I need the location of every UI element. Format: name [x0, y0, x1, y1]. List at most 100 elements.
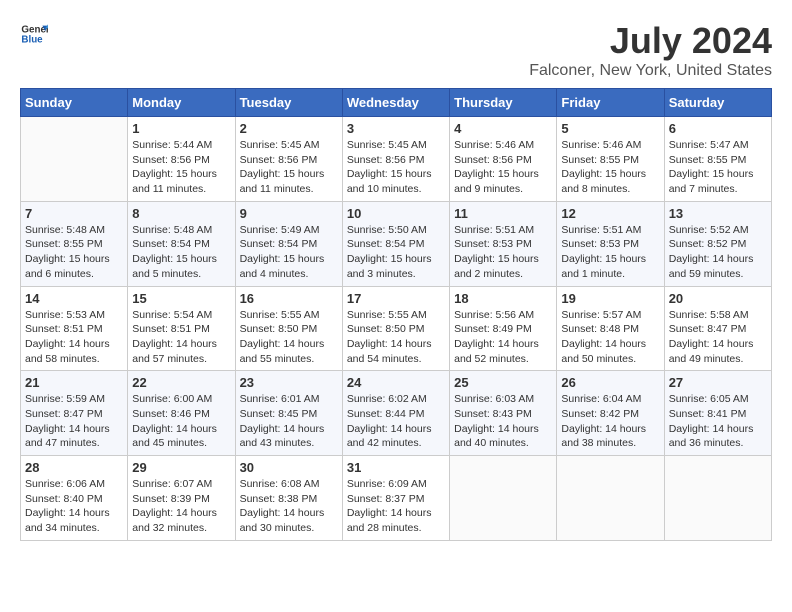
day-info: Sunrise: 5:58 AM Sunset: 8:47 PM Dayligh…: [669, 308, 767, 367]
calendar-cell: 1 Sunrise: 5:44 AM Sunset: 8:56 PM Daylig…: [128, 117, 235, 202]
day-info: Sunrise: 5:46 AM Sunset: 8:55 PM Dayligh…: [561, 138, 659, 197]
day-number: 31: [347, 460, 445, 475]
logo-icon: General Blue: [20, 20, 48, 48]
day-info: Sunrise: 6:01 AM Sunset: 8:45 PM Dayligh…: [240, 392, 338, 451]
calendar-cell: 13Sunrise: 5:52 AM Sunset: 8:52 PM Dayli…: [664, 201, 771, 286]
day-info: Sunrise: 6:00 AM Sunset: 8:46 PM Dayligh…: [132, 392, 230, 451]
calendar-week-row: 1 Sunrise: 5:44 AM Sunset: 8:56 PM Daylig…: [21, 117, 772, 202]
calendar-cell: 29 Sunrise: 6:07 AM Sunset: 8:39 PM Dayli…: [128, 456, 235, 541]
calendar-cell: 31 Sunrise: 6:09 AM Sunset: 8:37 PM Dayli…: [342, 456, 449, 541]
weekday-header-wednesday: Wednesday: [342, 89, 449, 117]
calendar-week-row: 21 Sunrise: 5:59 AM Sunset: 8:47 PM Dayli…: [21, 371, 772, 456]
day-info: Sunrise: 5:45 AM Sunset: 8:56 PM Dayligh…: [240, 138, 338, 197]
page-header: General Blue July 2024 Falconer, New Yor…: [20, 20, 772, 80]
calendar-cell: 21 Sunrise: 5:59 AM Sunset: 8:47 PM Dayli…: [21, 371, 128, 456]
day-number: 25: [454, 375, 552, 390]
calendar-cell: 24 Sunrise: 6:02 AM Sunset: 8:44 PM Dayli…: [342, 371, 449, 456]
day-info: Sunrise: 5:54 AM Sunset: 8:51 PM Dayligh…: [132, 308, 230, 367]
day-number: 22: [132, 375, 230, 390]
day-info: Sunrise: 5:44 AM Sunset: 8:56 PM Dayligh…: [132, 138, 230, 197]
calendar-cell: 9Sunrise: 5:49 AM Sunset: 8:54 PM Daylig…: [235, 201, 342, 286]
day-number: 1: [132, 121, 230, 136]
day-number: 16: [240, 291, 338, 306]
day-info: Sunrise: 5:57 AM Sunset: 8:48 PM Dayligh…: [561, 308, 659, 367]
day-info: Sunrise: 6:08 AM Sunset: 8:38 PM Dayligh…: [240, 477, 338, 536]
weekday-header-row: SundayMondayTuesdayWednesdayThursdayFrid…: [21, 89, 772, 117]
svg-text:Blue: Blue: [21, 34, 43, 45]
calendar-week-row: 14 Sunrise: 5:53 AM Sunset: 8:51 PM Dayli…: [21, 286, 772, 371]
calendar-table: SundayMondayTuesdayWednesdayThursdayFrid…: [20, 88, 772, 541]
day-info: Sunrise: 5:59 AM Sunset: 8:47 PM Dayligh…: [25, 392, 123, 451]
calendar-cell: 7 Sunrise: 5:48 AM Sunset: 8:55 PM Daylig…: [21, 201, 128, 286]
day-number: 24: [347, 375, 445, 390]
weekday-header-sunday: Sunday: [21, 89, 128, 117]
calendar-cell: 5Sunrise: 5:46 AM Sunset: 8:55 PM Daylig…: [557, 117, 664, 202]
day-number: 28: [25, 460, 123, 475]
day-number: 4: [454, 121, 552, 136]
weekday-header-monday: Monday: [128, 89, 235, 117]
day-info: Sunrise: 5:47 AM Sunset: 8:55 PM Dayligh…: [669, 138, 767, 197]
calendar-cell: 18Sunrise: 5:56 AM Sunset: 8:49 PM Dayli…: [450, 286, 557, 371]
day-info: Sunrise: 5:51 AM Sunset: 8:53 PM Dayligh…: [454, 223, 552, 282]
day-number: 21: [25, 375, 123, 390]
day-info: Sunrise: 6:07 AM Sunset: 8:39 PM Dayligh…: [132, 477, 230, 536]
weekday-header-friday: Friday: [557, 89, 664, 117]
day-info: Sunrise: 5:49 AM Sunset: 8:54 PM Dayligh…: [240, 223, 338, 282]
calendar-cell: 20 Sunrise: 5:58 AM Sunset: 8:47 PM Dayli…: [664, 286, 771, 371]
day-info: Sunrise: 5:46 AM Sunset: 8:56 PM Dayligh…: [454, 138, 552, 197]
calendar-cell: 16 Sunrise: 5:55 AM Sunset: 8:50 PM Dayli…: [235, 286, 342, 371]
calendar-cell: 22 Sunrise: 6:00 AM Sunset: 8:46 PM Dayli…: [128, 371, 235, 456]
day-info: Sunrise: 5:53 AM Sunset: 8:51 PM Dayligh…: [25, 308, 123, 367]
day-number: 26: [561, 375, 659, 390]
main-title: July 2024: [529, 20, 772, 62]
day-info: Sunrise: 5:48 AM Sunset: 8:55 PM Dayligh…: [25, 223, 123, 282]
calendar-cell: [21, 117, 128, 202]
subtitle: Falconer, New York, United States: [529, 62, 772, 80]
weekday-header-saturday: Saturday: [664, 89, 771, 117]
day-number: 14: [25, 291, 123, 306]
day-info: Sunrise: 6:05 AM Sunset: 8:41 PM Dayligh…: [669, 392, 767, 451]
calendar-cell: 2Sunrise: 5:45 AM Sunset: 8:56 PM Daylig…: [235, 117, 342, 202]
calendar-cell: 23 Sunrise: 6:01 AM Sunset: 8:45 PM Dayli…: [235, 371, 342, 456]
day-number: 20: [669, 291, 767, 306]
day-info: Sunrise: 5:52 AM Sunset: 8:52 PM Dayligh…: [669, 223, 767, 282]
weekday-header-tuesday: Tuesday: [235, 89, 342, 117]
day-number: 3: [347, 121, 445, 136]
day-info: Sunrise: 5:51 AM Sunset: 8:53 PM Dayligh…: [561, 223, 659, 282]
day-number: 10: [347, 206, 445, 221]
calendar-cell: [450, 456, 557, 541]
day-number: 27: [669, 375, 767, 390]
day-number: 11: [454, 206, 552, 221]
calendar-cell: 6 Sunrise: 5:47 AM Sunset: 8:55 PM Daylig…: [664, 117, 771, 202]
calendar-cell: [557, 456, 664, 541]
day-info: Sunrise: 6:03 AM Sunset: 8:43 PM Dayligh…: [454, 392, 552, 451]
calendar-cell: 26Sunrise: 6:04 AM Sunset: 8:42 PM Dayli…: [557, 371, 664, 456]
title-section: July 2024 Falconer, New York, United Sta…: [529, 20, 772, 80]
day-info: Sunrise: 5:55 AM Sunset: 8:50 PM Dayligh…: [347, 308, 445, 367]
calendar-cell: 8Sunrise: 5:48 AM Sunset: 8:54 PM Daylig…: [128, 201, 235, 286]
day-number: 8: [132, 206, 230, 221]
calendar-cell: 28Sunrise: 6:06 AM Sunset: 8:40 PM Dayli…: [21, 456, 128, 541]
calendar-cell: [664, 456, 771, 541]
day-number: 6: [669, 121, 767, 136]
day-info: Sunrise: 5:45 AM Sunset: 8:56 PM Dayligh…: [347, 138, 445, 197]
calendar-cell: 15 Sunrise: 5:54 AM Sunset: 8:51 PM Dayli…: [128, 286, 235, 371]
day-number: 23: [240, 375, 338, 390]
day-info: Sunrise: 5:55 AM Sunset: 8:50 PM Dayligh…: [240, 308, 338, 367]
day-number: 17: [347, 291, 445, 306]
day-number: 18: [454, 291, 552, 306]
day-info: Sunrise: 6:09 AM Sunset: 8:37 PM Dayligh…: [347, 477, 445, 536]
day-info: Sunrise: 5:50 AM Sunset: 8:54 PM Dayligh…: [347, 223, 445, 282]
calendar-cell: 3 Sunrise: 5:45 AM Sunset: 8:56 PM Daylig…: [342, 117, 449, 202]
weekday-header-thursday: Thursday: [450, 89, 557, 117]
calendar-cell: 4 Sunrise: 5:46 AM Sunset: 8:56 PM Daylig…: [450, 117, 557, 202]
day-number: 7: [25, 206, 123, 221]
day-number: 30: [240, 460, 338, 475]
day-number: 15: [132, 291, 230, 306]
calendar-week-row: 28Sunrise: 6:06 AM Sunset: 8:40 PM Dayli…: [21, 456, 772, 541]
day-number: 29: [132, 460, 230, 475]
day-info: Sunrise: 6:02 AM Sunset: 8:44 PM Dayligh…: [347, 392, 445, 451]
calendar-cell: 25 Sunrise: 6:03 AM Sunset: 8:43 PM Dayli…: [450, 371, 557, 456]
day-number: 12: [561, 206, 659, 221]
calendar-cell: 12 Sunrise: 5:51 AM Sunset: 8:53 PM Dayli…: [557, 201, 664, 286]
